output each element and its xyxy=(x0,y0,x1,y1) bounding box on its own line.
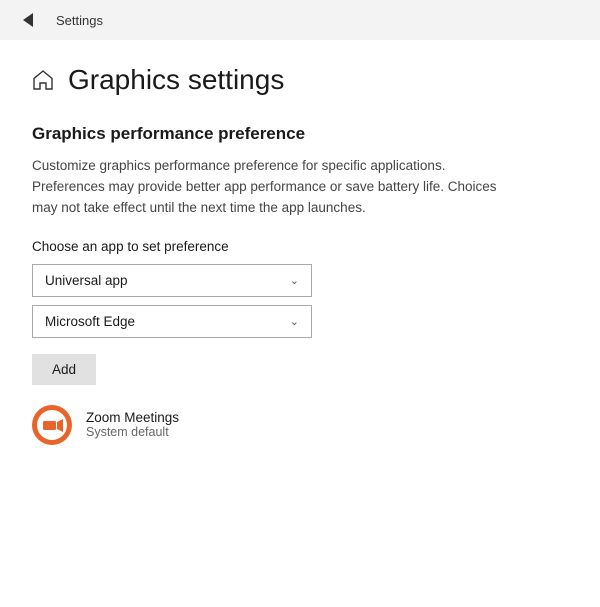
app-name-dropdown[interactable]: Microsoft Edge ⌄ xyxy=(32,305,312,338)
back-button[interactable] xyxy=(16,8,40,32)
zoom-app-icon xyxy=(32,405,72,445)
chevron-down-icon-2: ⌄ xyxy=(290,315,299,328)
chevron-down-icon: ⌄ xyxy=(290,274,299,287)
app-type-dropdown[interactable]: Universal app ⌄ xyxy=(32,264,312,297)
section-title: Graphics performance preference xyxy=(32,124,568,144)
home-icon xyxy=(32,69,54,91)
page-title: Graphics settings xyxy=(68,64,284,96)
app-preference: System default xyxy=(86,425,179,439)
titlebar-text: Settings xyxy=(56,13,103,28)
section-description: Customize graphics performance preferenc… xyxy=(32,156,512,219)
app-list-item: Zoom Meetings System default xyxy=(32,405,568,445)
title-bar: Settings xyxy=(0,0,600,40)
add-button[interactable]: Add xyxy=(32,354,96,385)
choose-label: Choose an app to set preference xyxy=(32,239,568,254)
page-header: Graphics settings xyxy=(32,64,568,96)
main-content: Graphics settings Graphics performance p… xyxy=(0,40,600,607)
back-arrow-icon xyxy=(23,13,33,27)
app-type-dropdown-value: Universal app xyxy=(45,273,128,288)
app-info: Zoom Meetings System default xyxy=(86,410,179,439)
app-name-dropdown-value: Microsoft Edge xyxy=(45,314,135,329)
app-name: Zoom Meetings xyxy=(86,410,179,425)
